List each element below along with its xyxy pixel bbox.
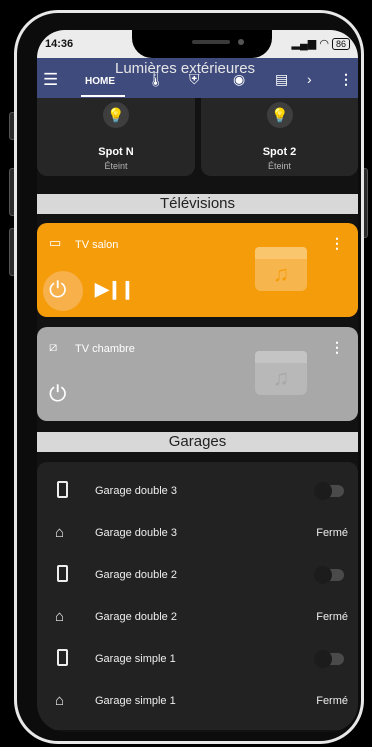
phone-icon [57,565,68,582]
tv-menu-icon[interactable]: ⋮ [330,235,344,252]
light-name: Spot 2 [262,146,297,158]
section-header-garages: Garages [37,432,358,452]
menu-icon[interactable]: ☰ [43,70,58,90]
tab-home-indicator [81,95,125,97]
play-pause-icon[interactable]: ▶❙❙ [95,279,135,300]
light-card-spot-2[interactable]: 💡 Spot 2 Éteint [201,98,358,176]
garage-icon: ⌂ [55,692,65,709]
garage-name: Garage double 3 [95,527,177,539]
garage-icon: ⌂ [55,524,65,541]
garage-toggle[interactable] [314,566,344,584]
light-state: Éteint [267,161,291,171]
tv-name: TV salon [75,239,119,251]
garage-row[interactable]: ⌂ Garage double 3 Fermé [37,514,358,554]
camera-icon[interactable]: ◉ [233,71,245,88]
garage-state: Fermé [316,527,348,539]
garage-row[interactable]: ⌂ Garage double 2 Fermé [37,598,358,638]
media-icon: ♫ [255,351,307,395]
garage-name: Garage double 2 [95,611,177,623]
garage-state: Fermé [316,611,348,623]
garage-name: Garage simple 1 [95,653,176,665]
tv-card-chambre[interactable]: ⧄ TV chambre ⋮ ⏻ ♫ [37,327,358,421]
light-name: Spot N [98,146,134,158]
app-header: Lumières extérieures ☰ HOME 🌡 ⛨ ◉ ▤ › ⋮ [37,58,358,98]
garage-state: Fermé [316,695,348,707]
chevron-right-icon[interactable]: › [307,71,312,87]
battery-icon: 86 [331,38,350,50]
garages-card: Garage double 3 ⌂ Garage double 3 Fermé … [37,462,358,730]
power-icon: ⏻ [49,381,67,406]
tv-name: TV chambre [75,343,135,355]
garage-row[interactable]: ⌂ Garage simple 1 Fermé [37,682,358,722]
overflow-menu-icon[interactable]: ⋮ [339,71,353,88]
garage-name: Garage double 3 [95,485,177,497]
light-card-spot-n[interactable]: 💡 Spot N Éteint [37,98,195,176]
power-icon: ⏻ [49,277,67,302]
tv-icon: ▭ [49,235,62,250]
garage-toggle[interactable] [314,650,344,668]
tv-off-icon: ⧄ [49,339,58,354]
power-button[interactable]: ⏻ [43,271,83,311]
shield-icon[interactable]: ⛨ [189,71,200,88]
status-icons: ▂▄▆ ◠ 86 [292,37,350,50]
phone-icon [57,649,68,666]
garage-row[interactable]: Garage double 3 [37,472,358,512]
garage-name: Garage double 2 [95,569,177,581]
tab-home[interactable]: HOME [85,76,115,87]
tv-menu-icon[interactable]: ⋮ [330,339,344,356]
phone-icon [57,481,68,498]
shutter-icon[interactable]: ▤ [275,71,288,88]
garage-row[interactable]: Garage simple 1 [37,640,358,680]
power-button[interactable]: ⏻ [43,375,83,415]
garage-toggle[interactable] [314,482,344,500]
section-header-televisions: Télévisions [37,194,358,214]
status-time: 14:36 [45,38,74,50]
light-state: Éteint [104,161,128,171]
bulb-icon: 💡 [103,102,129,128]
garage-name: Garage simple 1 [95,695,176,707]
bulb-icon: 💡 [267,102,293,128]
media-icon: ♫ [255,247,307,291]
thermometer-icon[interactable]: 🌡 [147,71,165,88]
garage-row[interactable]: Garage double 2 [37,556,358,596]
tv-card-salon[interactable]: ▭ TV salon ⋮ ⏻ ▶❙❙ ♫ [37,223,358,317]
garage-icon: ⌂ [55,608,65,625]
screen: 14:36 ▂▄▆ ◠ 86 Lumières extérieures ☰ HO… [37,30,358,732]
camera-notch [132,30,272,58]
